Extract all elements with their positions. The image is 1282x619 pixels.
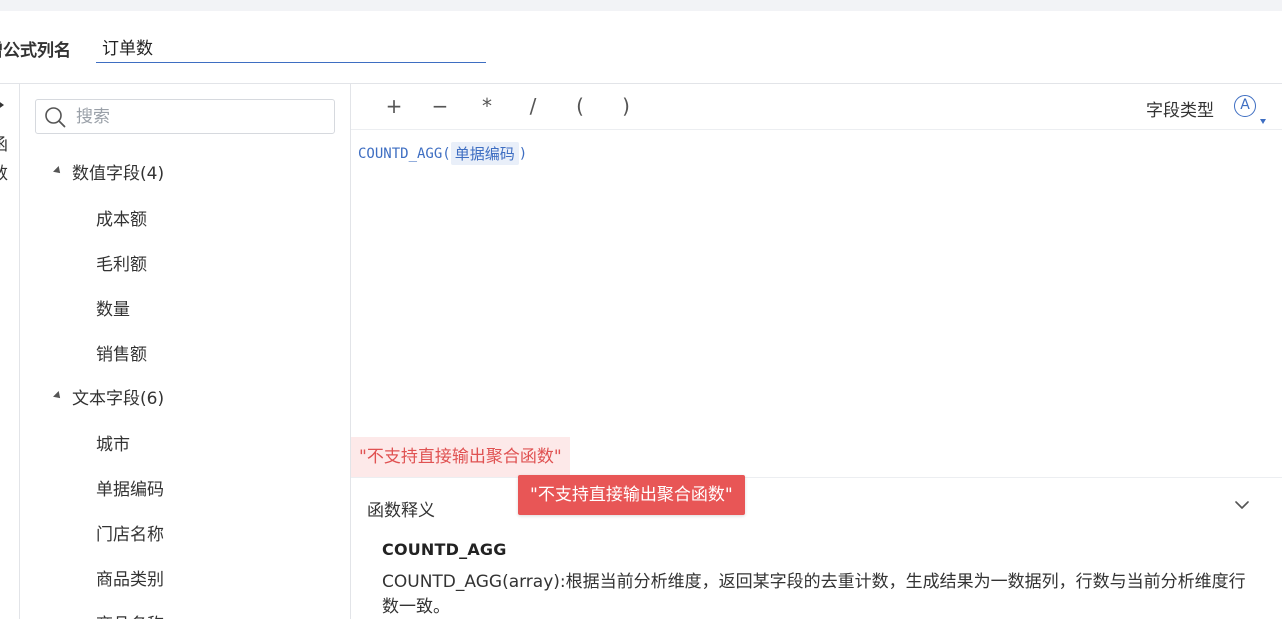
- explanation-title: 函数释义: [367, 501, 435, 521]
- field-item[interactable]: 成本额: [96, 205, 147, 230]
- error-tooltip: "不支持直接输出聚合函数": [518, 475, 745, 515]
- close-paren-button[interactable]: ): [614, 94, 638, 118]
- field-item[interactable]: 城市: [96, 430, 130, 455]
- rail-text-2: 数: [0, 159, 8, 184]
- top-strip: [0, 0, 1282, 11]
- multiply-operator-button[interactable]: *: [475, 94, 499, 118]
- operator-toolbar: + − * / ( ) 字段类型 A: [351, 84, 1282, 130]
- search-icon: [45, 107, 66, 128]
- formula-close-paren: ): [518, 145, 528, 162]
- search-box[interactable]: [35, 99, 335, 134]
- field-type-label[interactable]: 字段类型: [1146, 96, 1214, 121]
- function-explanation: 函数释义 COUNTD_AGG COUNTD_AGG(array):根据当前分析…: [351, 477, 1282, 619]
- group-label: 文本字段(6): [72, 388, 165, 409]
- column-name-input[interactable]: [96, 30, 486, 63]
- field-type-icon[interactable]: A: [1234, 95, 1256, 117]
- field-list-panel: 数值字段(4) 成本额 毛利额 数量 销售额 文本字段(6) 城市 单据编码 门…: [20, 84, 351, 619]
- rail-text-1: 函: [0, 130, 8, 155]
- open-paren-button[interactable]: (: [568, 94, 592, 118]
- expand-arrow-icon[interactable]: [0, 100, 4, 110]
- formula-field-token[interactable]: 单据编码: [450, 142, 519, 165]
- field-item[interactable]: 数量: [96, 295, 130, 320]
- formula-function-name: COUNTD_AGG: [358, 145, 443, 162]
- minus-operator-button[interactable]: −: [428, 94, 452, 118]
- explanation-description: COUNTD_AGG(array):根据当前分析维度，返回某字段的去重计数，生成…: [382, 572, 1246, 617]
- field-item[interactable]: 门店名称: [96, 520, 164, 545]
- search-input[interactable]: [76, 104, 326, 130]
- plus-operator-button[interactable]: +: [382, 94, 406, 118]
- field-item[interactable]: 单据编码: [96, 475, 164, 500]
- formula-input[interactable]: COUNTD_AGG ( 单据编码 ): [358, 142, 527, 165]
- formula-error-message: "不支持直接输出聚合函数": [351, 437, 570, 477]
- field-item[interactable]: 商品名称: [96, 610, 164, 619]
- formula-editor-area: + − * / ( ) 字段类型 A COUNTD_AGG ( 单据编码 ) "…: [351, 84, 1282, 619]
- field-item[interactable]: 销售额: [96, 340, 147, 365]
- caret-down-icon[interactable]: [53, 391, 63, 401]
- caret-down-icon[interactable]: [53, 166, 63, 176]
- group-label: 数值字段(4): [72, 163, 165, 184]
- field-item[interactable]: 毛利额: [96, 250, 147, 275]
- formula-open-paren: (: [442, 145, 451, 162]
- column-name-label: 增公式列名: [0, 41, 71, 61]
- group-text-fields[interactable]: 文本字段(6): [53, 382, 165, 410]
- function-rail[interactable]: 函 数: [0, 84, 20, 619]
- field-type-caret-icon[interactable]: [1260, 119, 1266, 124]
- formula-panel: 函 数 数值字段(4) 成本额 毛利额 数量 销售额 文本字段(6) 城市 单据…: [0, 83, 1282, 619]
- explanation-function-name: COUNTD_AGG: [382, 540, 507, 559]
- group-numeric-fields[interactable]: 数值字段(4): [53, 157, 165, 185]
- field-item[interactable]: 商品类别: [96, 565, 164, 590]
- divide-operator-button[interactable]: /: [521, 94, 545, 118]
- chevron-down-icon[interactable]: [1234, 497, 1250, 513]
